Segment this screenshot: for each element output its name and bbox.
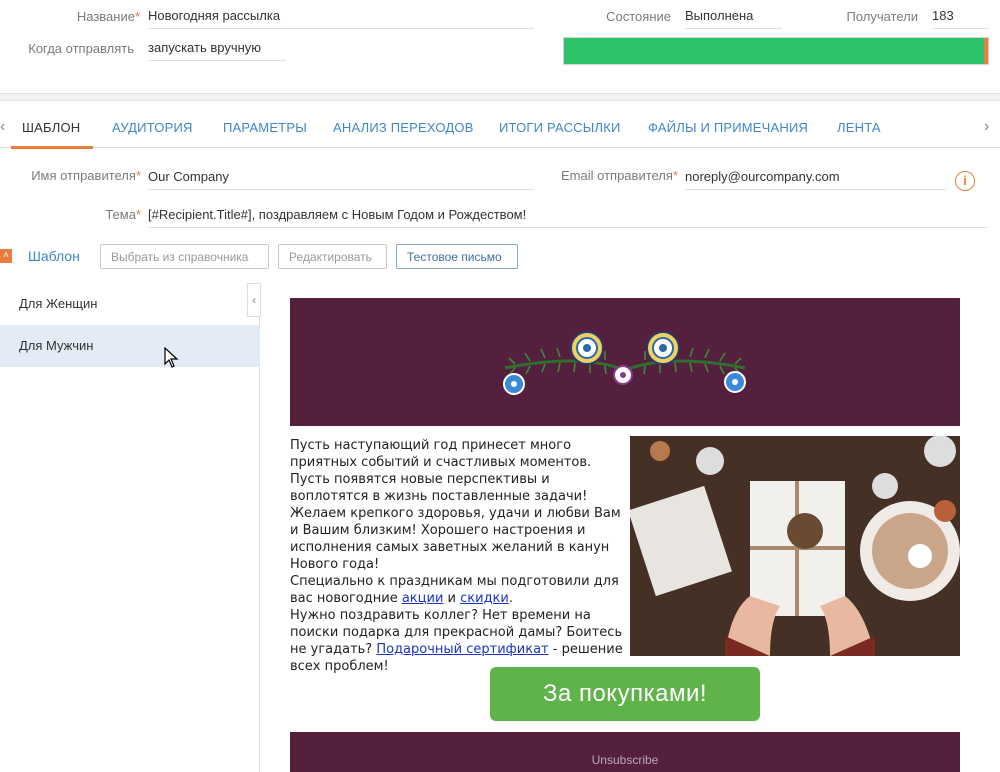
edit-button[interactable]: Редактировать (278, 244, 387, 269)
email-body-text: Пусть наступающий год принесет много при… (290, 438, 623, 674)
when-label: Когда отправлять (28, 41, 134, 56)
sender-name-field[interactable]: Our Company (148, 169, 534, 190)
pine-garland-icon (503, 331, 746, 395)
email-footer: Unsubscribe (290, 732, 960, 772)
template-list: Для Женщин Для Мужчин (0, 283, 260, 772)
subject-field[interactable]: [#Recipient.Title#], поздравляем с Новым… (148, 207, 988, 228)
tab-parameters[interactable]: ПАРАМЕТРЫ (223, 120, 307, 135)
gift-certificate-link[interactable]: Подарочный сертификат (376, 642, 548, 657)
name-label: Название* (76, 9, 140, 24)
tab-click-analysis[interactable]: АНАЛИЗ ПЕРЕХОДОВ (333, 120, 474, 135)
progress-tip (984, 38, 988, 64)
state-label: Состояние (606, 9, 671, 24)
tabs-scroll-right-icon[interactable]: › (984, 118, 989, 136)
actions-link[interactable]: акции (402, 591, 444, 606)
tab-audience[interactable]: АУДИТОРИЯ (112, 120, 193, 135)
active-tab-indicator (11, 146, 93, 149)
info-icon[interactable]: i (955, 171, 975, 191)
test-email-button[interactable]: Тестовое письмо (396, 244, 518, 269)
pick-from-directory-button[interactable]: Выбрать из справочника (100, 244, 269, 269)
progress-bar (563, 37, 989, 65)
tabs-scroll-left-icon[interactable]: ‹ (0, 118, 5, 136)
email-banner (290, 298, 960, 426)
collapse-panel-icon[interactable]: ‹ (247, 283, 261, 317)
tab-bar: ‹ ШАБЛОН АУДИТОРИЯ ПАРАМЕТРЫ АНАЛИЗ ПЕРЕ… (0, 108, 1000, 149)
sender-name-label: Имя отправителя* (31, 168, 141, 183)
template-section-title[interactable]: Шаблон (28, 248, 80, 264)
tab-template[interactable]: ШАБЛОН (22, 120, 80, 135)
tab-files-notes[interactable]: ФАЙЛЫ И ПРИМЕЧАНИЯ (648, 120, 808, 135)
recipients-label: Получатели (846, 9, 918, 24)
tab-feed[interactable]: ЛЕНТА (837, 120, 881, 135)
progress-fill (564, 38, 984, 64)
gift-photo (630, 436, 960, 656)
sender-email-field[interactable]: noreply@ourcompany.com (685, 169, 946, 190)
template-item-women[interactable]: Для Женщин (0, 283, 260, 325)
discounts-link[interactable]: скидки (460, 591, 509, 606)
header-separator (0, 93, 1000, 101)
tab-results[interactable]: ИТОГИ РАССЫЛКИ (499, 120, 621, 135)
subject-label: Тема* (105, 207, 141, 222)
unsubscribe-link[interactable]: Unsubscribe (592, 753, 659, 767)
recipients-count: 183 (932, 8, 989, 29)
name-field[interactable]: Новогодняя рассылка (148, 8, 534, 29)
collapse-section-icon[interactable]: ˄ (0, 249, 12, 263)
shop-button[interactable]: За покупками! (490, 667, 760, 721)
mouse-cursor-icon (164, 347, 179, 368)
state-field: Выполнена (685, 8, 782, 29)
template-item-men[interactable]: Для Мужчин (0, 325, 260, 367)
sender-email-label: Email отправителя* (561, 168, 678, 183)
when-field[interactable]: запускать вручную (148, 40, 286, 61)
